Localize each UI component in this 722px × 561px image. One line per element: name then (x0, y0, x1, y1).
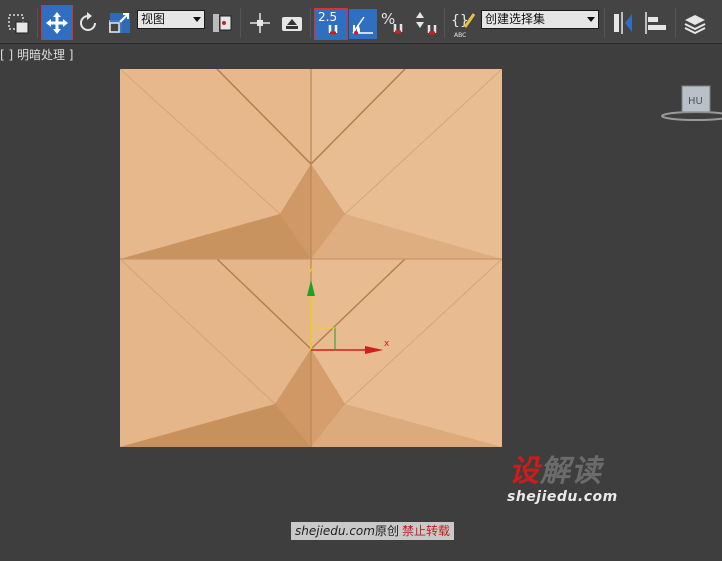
chevron-down-icon (587, 17, 595, 22)
gizmo-x-label: x (384, 339, 390, 349)
gizmo-y-arrow-icon (307, 280, 315, 296)
select-move-button[interactable] (41, 5, 73, 40)
viewcube[interactable]: HU (660, 84, 722, 124)
watermark-footer-warning: 禁止转载 (401, 524, 450, 538)
chevron-down-icon (193, 17, 201, 22)
spinner-snap-button[interactable] (412, 8, 440, 38)
spinner-snap-icon (416, 12, 437, 35)
watermark-footer-text: 原创 (374, 524, 399, 538)
toolbar-separator (675, 8, 676, 38)
viewcube-face-label: HU (688, 96, 703, 107)
watermark-logo: 设解读 (509, 455, 623, 491)
layer-manager-button[interactable] (680, 8, 710, 38)
main-toolbar: 视图 2.5 % {} ABC 创建选择集 (0, 0, 722, 44)
named-selection-value: 创建选择集 (485, 12, 546, 26)
angle-snap-icon (352, 16, 373, 35)
watermark-footer: shejiedu.com 原创 禁止转载 (291, 522, 454, 540)
snap-toggle-button[interactable]: 2.5 (314, 8, 348, 40)
watermark-logo-part2: 解读 (540, 454, 602, 489)
select-manipulate-button[interactable] (247, 8, 273, 38)
edit-named-selection-button[interactable]: {} ABC (449, 8, 477, 39)
select-scale-button[interactable] (106, 8, 134, 38)
angle-snap-button[interactable] (349, 9, 377, 39)
gizmo-plane-handle[interactable] (311, 327, 336, 350)
watermark-footer-site: shejiedu.com (295, 524, 375, 538)
toolbar-separator (310, 8, 311, 38)
viewport-label-menu[interactable]: [ ] 明暗处理 ] (0, 47, 74, 63)
select-region-button[interactable] (4, 8, 34, 38)
keyboard-override-icon (282, 17, 302, 31)
magnet-icon (328, 25, 338, 35)
mirror-icon (614, 12, 632, 34)
manipulate-crosshair-icon (250, 13, 270, 33)
toolbar-separator (37, 8, 38, 38)
gizmo-y-label: y (308, 264, 314, 274)
viewport-window: 视图 2.5 % {} ABC 创建选择集 [] 明暗处理] y x HU … (0, 0, 722, 561)
watermark-logo-part1: 设 (509, 454, 540, 489)
scale-icon (109, 13, 130, 33)
gizmo-x-arrow-icon (365, 346, 383, 354)
named-selection-dropdown[interactable]: 创建选择集 (481, 10, 599, 29)
toolbar-separator (604, 8, 605, 38)
align-icon (645, 12, 666, 34)
toolbar-separator (444, 8, 445, 38)
move-gizmo[interactable]: y x (295, 258, 405, 363)
use-pivot-center-button[interactable] (209, 8, 235, 38)
pivot-center-icon (213, 14, 232, 32)
select-region-icon (8, 14, 29, 34)
edit-named-selection-label: ABC (454, 32, 467, 39)
watermark-url: shejiedu.com (507, 489, 618, 505)
reference-coordinate-value: 视图 (141, 12, 166, 26)
select-rotate-button[interactable] (75, 8, 101, 38)
rotate-icon (80, 12, 96, 31)
keyboard-shortcut-override-button[interactable] (278, 8, 306, 38)
toolbar-separator (240, 8, 241, 38)
reference-coordinate-dropdown[interactable]: 视图 (137, 10, 205, 29)
mirror-button[interactable] (609, 8, 637, 38)
move-arrows-icon (46, 11, 68, 34)
percent-magnet-icon (393, 24, 403, 34)
percent-snap-button[interactable]: % (379, 8, 407, 38)
layers-icon (684, 15, 706, 35)
align-button[interactable] (641, 8, 671, 38)
